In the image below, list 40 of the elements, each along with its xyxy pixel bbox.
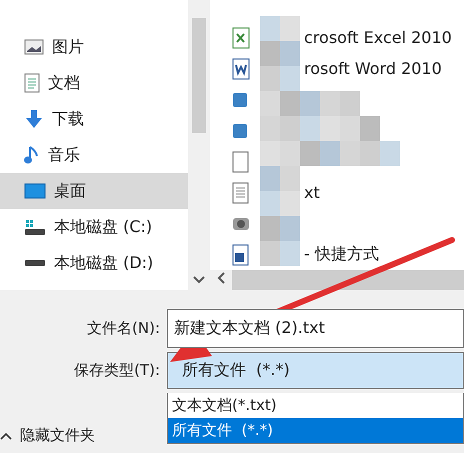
field-label: 保存类型(T):: [73, 361, 161, 380]
caret-icon[interactable]: [0, 432, 12, 440]
sidebar-label: 图片: [52, 36, 84, 58]
document-icon: [24, 73, 40, 93]
field-label: 文件名(N):: [86, 319, 161, 338]
filename-field[interactable]: 新建文本文档 (2).txt: [167, 309, 464, 348]
sidebar-label: 桌面: [54, 180, 86, 202]
drive-icon: [24, 259, 46, 267]
sidebar-label: 下载: [52, 108, 84, 130]
hide-folders-link[interactable]: 隐藏文件夹: [20, 426, 95, 445]
file-icon: [232, 150, 250, 172]
desktop-icon: [24, 182, 46, 200]
sidebar-label: 本地磁盘 (C:): [54, 216, 152, 238]
spreadsheet-icon: [232, 26, 250, 48]
sidebar-label: 本地磁盘 (D:): [54, 252, 154, 274]
sidebar-item[interactable]: 本地磁盘 (C:): [0, 209, 188, 245]
file-name[interactable]: xt: [304, 183, 320, 202]
text-file-icon: [232, 182, 250, 204]
sidebar-item[interactable]: 下载: [0, 101, 188, 137]
file-name[interactable]: rosoft Word 2010: [304, 59, 442, 78]
pictures-icon: [24, 39, 44, 55]
document-icon: [232, 58, 250, 80]
sidebar-item[interactable]: 文档: [0, 65, 188, 101]
file-name[interactable]: crosoft Excel 2010: [304, 28, 452, 47]
sidebar-item[interactable]: 本地磁盘 (D:): [0, 245, 188, 281]
down-arrow-icon: [24, 109, 44, 129]
sidebar-item[interactable]: 音乐: [0, 137, 188, 173]
sidebar-item[interactable]: 桌面: [0, 173, 188, 209]
music-note-icon: [24, 145, 40, 165]
file-type-dropdown[interactable]: 所有文件 (*.*): [167, 352, 464, 389]
scrollbar-thumb[interactable]: [232, 270, 464, 290]
shortcut-icon: [232, 244, 250, 266]
dropdown-option[interactable]: 文本文档(*.txt): [168, 393, 463, 418]
sidebar-item[interactable]: 图片: [0, 29, 188, 65]
file-name[interactable]: - 快捷方式: [304, 244, 379, 265]
sidebar-label: 音乐: [48, 144, 80, 166]
dropdown-option[interactable]: 所有文件 (*.*): [168, 418, 463, 443]
sidebar-label: 文档: [48, 72, 80, 94]
scrollbar-thumb[interactable]: [192, 18, 206, 133]
drive-icon: [24, 218, 46, 236]
